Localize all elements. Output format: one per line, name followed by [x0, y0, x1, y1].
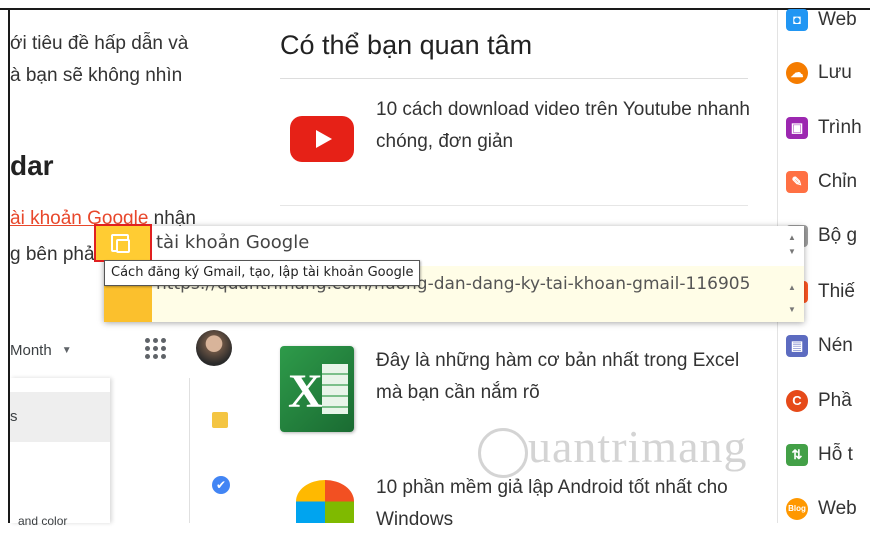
- support-icon: ⇅: [786, 444, 808, 466]
- watermark-bulb-icon: [478, 428, 528, 478]
- selected-row[interactable]: [10, 392, 110, 442]
- web-icon: ◘: [786, 9, 808, 31]
- sidebar-item-web[interactable]: ◘ Web: [786, 0, 870, 40]
- sidebar-item-presentation[interactable]: ▣ Trình: [786, 108, 870, 148]
- related-section-title: Có thể bạn quan tâm: [280, 30, 533, 60]
- excel-icon[interactable]: X: [280, 346, 354, 432]
- windows-icon[interactable]: [296, 480, 354, 523]
- keep-note-icon[interactable]: [212, 412, 228, 428]
- article-text-line: ới tiêu đề hấp dẫn và: [10, 33, 189, 54]
- view-select[interactable]: Month ▼: [10, 332, 102, 368]
- blog-icon: Blog: [786, 498, 808, 520]
- scroll-down-icon[interactable]: ▼: [786, 304, 798, 316]
- panel-bottom-text: and color: [18, 514, 68, 528]
- related-item-link[interactable]: Đây là những hàm cơ bản nhất trong Excel…: [376, 345, 751, 409]
- divider: [280, 205, 748, 206]
- search-input[interactable]: tài khoản Google: [156, 232, 309, 253]
- sidebar-item-label: Trình: [818, 117, 862, 138]
- edit-icon: ✎: [786, 171, 808, 193]
- sidebar-item-label: Nén: [818, 335, 853, 356]
- copy-button[interactable]: [94, 224, 152, 262]
- youtube-icon[interactable]: [290, 116, 354, 162]
- related-item-link[interactable]: 10 phần mềm giả lập Android tốt nhất cho…: [376, 472, 751, 536]
- sidebar-item-cloud[interactable]: ☁ Lưu: [786, 53, 870, 93]
- article-text-line: à bạn sẽ không nhìn: [10, 65, 183, 86]
- sidebar-item-label: Web: [818, 498, 857, 519]
- copy-icon: [111, 234, 130, 253]
- sidebar-item-label: Chỉn: [818, 171, 858, 192]
- panel-item-label: s: [10, 408, 18, 425]
- compress-icon: ▤: [786, 335, 808, 357]
- divider: [280, 78, 748, 79]
- window-frame-top: [0, 8, 870, 10]
- article-text-line: g bên phải: [10, 244, 99, 265]
- sidebar-item-software[interactable]: C Phầ: [786, 381, 870, 421]
- scroll-up-icon[interactable]: ▲: [786, 232, 798, 244]
- sidebar-item-support[interactable]: ⇅ Hỗ t: [786, 435, 870, 475]
- apps-grid-icon[interactable]: [145, 338, 167, 360]
- chevron-down-icon: ▼: [61, 344, 72, 356]
- sidebar-item-label: Lưu: [818, 62, 852, 83]
- divider: [189, 378, 190, 523]
- avatar[interactable]: [196, 330, 232, 366]
- presentation-icon: ▣: [786, 117, 808, 139]
- calendar-side-panel: s and color: [10, 378, 110, 528]
- tooltip: Cách đăng ký Gmail, tạo, lập tài khoản G…: [104, 260, 421, 286]
- watermark: uantrimang: [528, 421, 748, 472]
- sidebar-item-edit[interactable]: ✎ Chỉn: [786, 162, 870, 202]
- sidebar-item-label: Web: [818, 9, 857, 30]
- sidebar-item-label: Thiế: [818, 281, 855, 302]
- scroll-up-icon[interactable]: ▲: [786, 282, 798, 294]
- sidebar-item-label: Hỗ t: [818, 444, 853, 465]
- sidebar-item-label: Bộ g: [818, 225, 858, 246]
- sidebar-item-compress[interactable]: ▤ Nén: [786, 326, 870, 366]
- sidebar-item-label: Phầ: [818, 390, 852, 411]
- tasks-check-icon[interactable]: ✔: [212, 476, 230, 494]
- scroll-down-icon[interactable]: ▼: [786, 246, 798, 258]
- sidebar-item-blog[interactable]: Blog Web: [786, 489, 870, 529]
- article-heading: dar: [10, 150, 54, 181]
- cloud-icon: ☁: [786, 62, 808, 84]
- software-icon: C: [786, 390, 808, 412]
- related-item-link[interactable]: 10 cách download video trên Youtube nhan…: [376, 94, 751, 158]
- view-select-value: Month: [10, 341, 52, 359]
